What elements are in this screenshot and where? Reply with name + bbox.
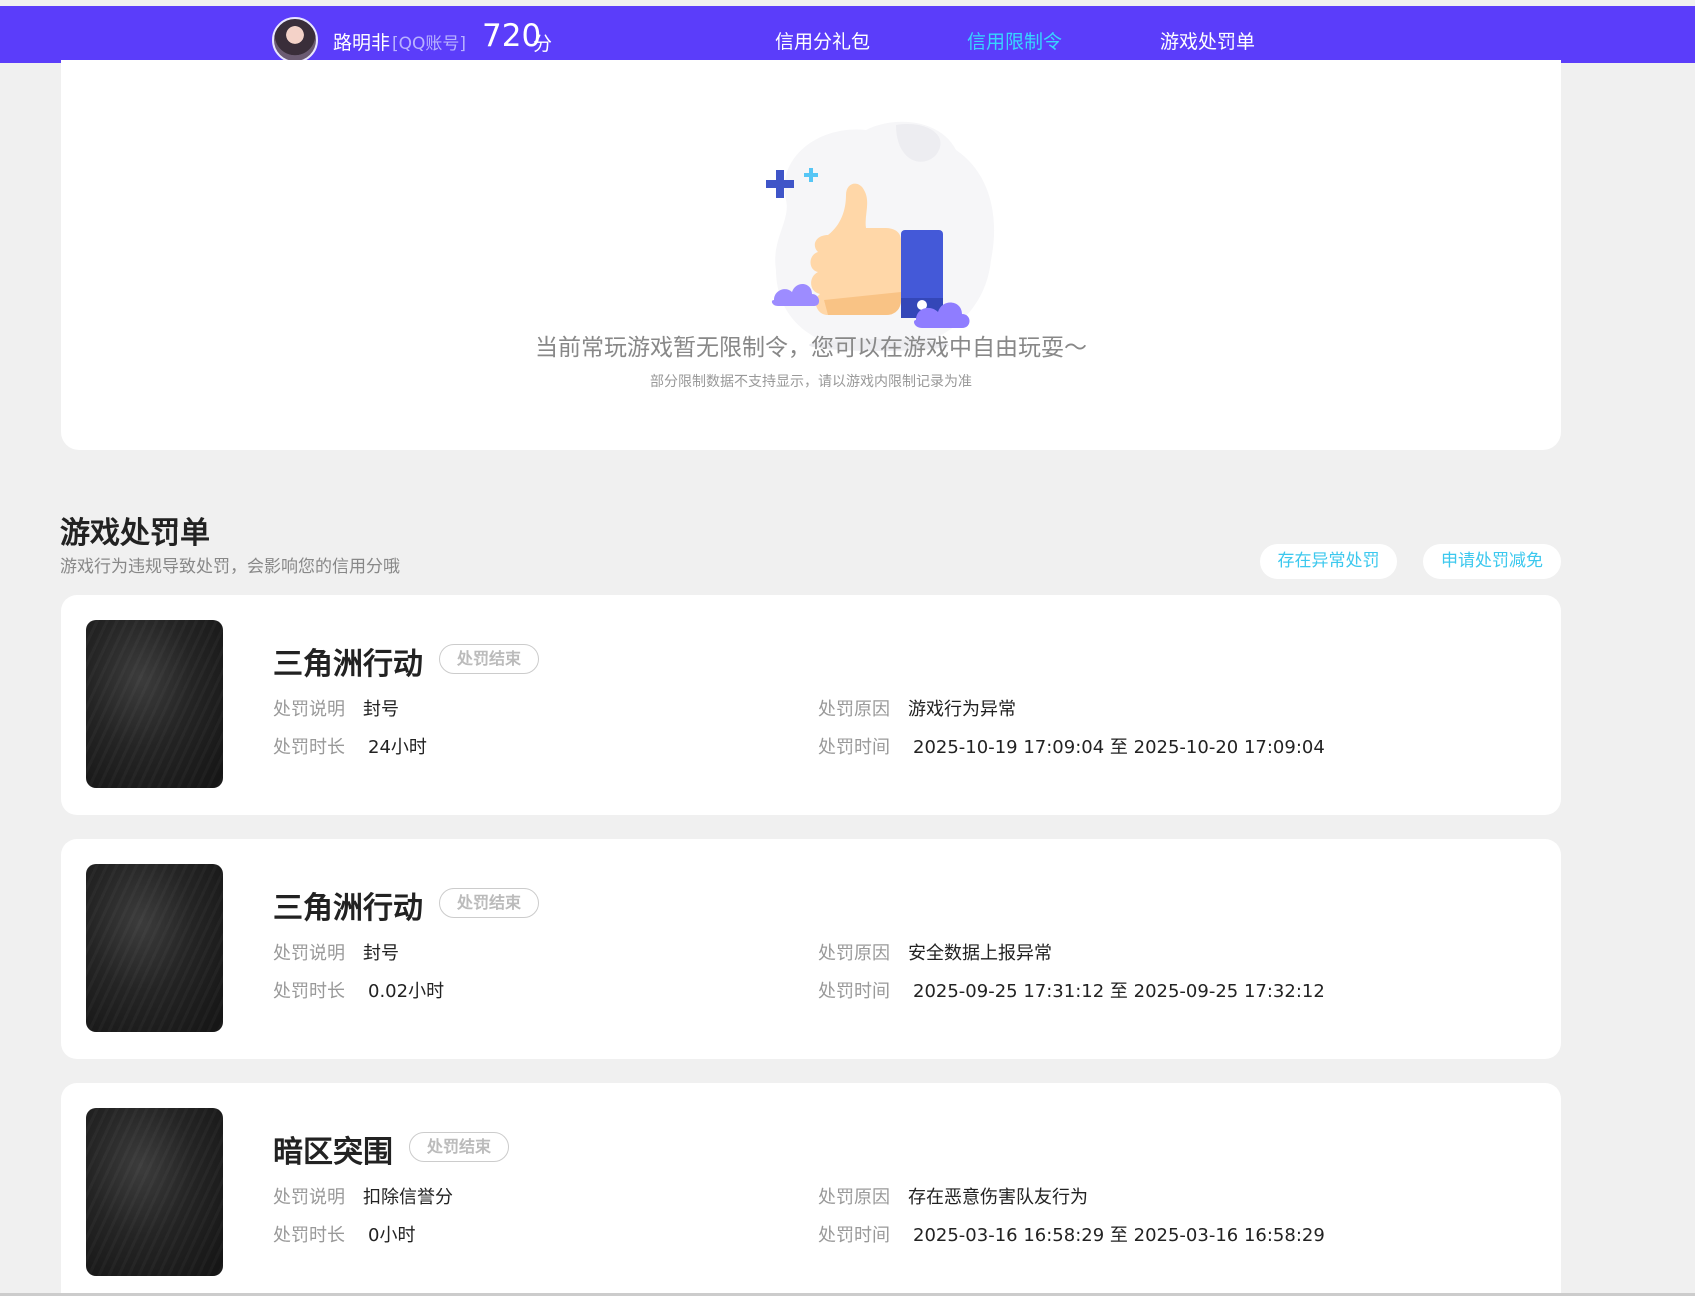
restriction-empty-title: 当前常玩游戏暂无限制令，您可以在游戏中自由玩耍～	[535, 335, 1087, 361]
restriction-empty-subtitle: 部分限制数据不支持显示，请以游戏内限制记录为准	[650, 374, 972, 390]
status-badge: 处罚结束	[439, 644, 540, 674]
section-title: 游戏处罚单	[60, 516, 210, 551]
avatar[interactable]	[272, 17, 318, 63]
game-thumbnail	[86, 1108, 223, 1276]
penalty-time-label: 处罚时间	[818, 981, 890, 1002]
penalty-time-label: 处罚时间	[818, 1225, 890, 1246]
penalty-reason-label: 处罚原因	[818, 943, 890, 964]
penalty-reason-value: 安全数据上报异常	[908, 943, 1052, 964]
penalty-duration-label: 处罚时长	[273, 737, 345, 758]
penalty-desc-value: 封号	[363, 699, 399, 720]
nav-game-penalty[interactable]: 游戏处罚单	[1160, 27, 1255, 54]
nav-credit-gift[interactable]: 信用分礼包	[775, 27, 870, 54]
account-type: [QQ账号]	[392, 34, 467, 54]
penalty-duration-value: 0小时	[368, 1225, 416, 1246]
penalty-duration-label: 处罚时长	[273, 981, 345, 1002]
penalty-time-value: 2025-03-16 16:58:29 至 2025-03-16 16:58:2…	[913, 1225, 1325, 1246]
game-title: 三角洲行动	[273, 647, 423, 682]
game-thumbnail	[86, 864, 223, 1032]
penalty-duration-label: 处罚时长	[273, 1225, 345, 1246]
restriction-card: 当前常玩游戏暂无限制令，您可以在游戏中自由玩耍～ 部分限制数据不支持显示，请以游…	[61, 60, 1561, 450]
penalty-card: 三角洲行动 处罚结束 处罚说明 封号 处罚时长 24小时 处罚原因 游戏行为异常…	[61, 595, 1561, 815]
penalty-duration-value: 0.02小时	[368, 981, 445, 1002]
penalty-reason-value: 存在恶意伤害队友行为	[908, 1187, 1088, 1208]
penalty-reason-label: 处罚原因	[818, 699, 890, 720]
penalty-duration-value: 24小时	[368, 737, 427, 758]
penalty-desc-value: 封号	[363, 943, 399, 964]
user-name: 路明非	[333, 32, 391, 54]
penalty-desc-label: 处罚说明	[273, 943, 345, 964]
penalty-time-value: 2025-10-19 17:09:04 至 2025-10-20 17:09:0…	[913, 737, 1325, 758]
penalty-card: 暗区突围 处罚结束 处罚说明 扣除信誉分 处罚时长 0小时 处罚原因 存在恶意伤…	[61, 1083, 1561, 1296]
penalty-time-label: 处罚时间	[818, 737, 890, 758]
penalty-desc-label: 处罚说明	[273, 699, 345, 720]
section-subtitle: 游戏行为违规导致处罚，会影响您的信用分哦	[60, 557, 400, 577]
penalty-desc-value: 扣除信誉分	[363, 1187, 453, 1208]
game-title: 三角洲行动	[273, 891, 423, 926]
penalty-reason-value: 游戏行为异常	[908, 699, 1016, 720]
status-badge: 处罚结束	[409, 1132, 510, 1162]
penalty-reason-label: 处罚原因	[818, 1187, 890, 1208]
game-title: 暗区突围	[273, 1135, 393, 1170]
nav-credit-restriction[interactable]: 信用限制令	[967, 27, 1062, 54]
penalty-desc-label: 处罚说明	[273, 1187, 345, 1208]
penalty-card: 三角洲行动 处罚结束 处罚说明 封号 处罚时长 0.02小时 处罚原因 安全数据…	[61, 839, 1561, 1059]
status-badge: 处罚结束	[439, 888, 540, 918]
top-bar: 路明非 [QQ账号] 720 分 信用分礼包 信用限制令 游戏处罚单	[0, 6, 1695, 67]
appeal-reduction-button[interactable]: 申请处罚减免	[1423, 544, 1561, 579]
thumbs-up-illustration	[766, 121, 995, 351]
abnormal-penalty-button[interactable]: 存在异常处罚	[1260, 544, 1397, 579]
game-thumbnail	[86, 620, 223, 788]
penalty-time-value: 2025-09-25 17:31:12 至 2025-09-25 17:32:1…	[913, 981, 1325, 1002]
credit-score-unit: 分	[533, 33, 553, 55]
